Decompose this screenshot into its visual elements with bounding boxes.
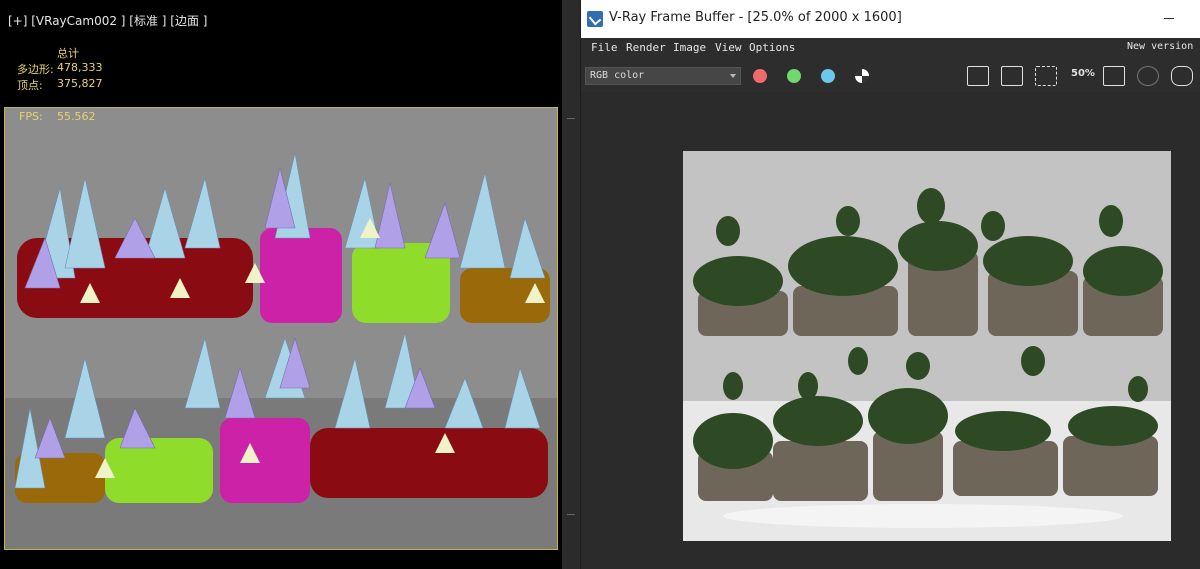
- menu-options[interactable]: Options: [749, 41, 795, 54]
- menu-render[interactable]: Render: [626, 41, 666, 54]
- stats-poly-value: 478,333: [57, 61, 103, 74]
- track-mouse-icon[interactable]: [1103, 66, 1125, 86]
- zoom-label[interactable]: 50%: [1071, 68, 1095, 79]
- mesh-magenta-top: [260, 228, 342, 323]
- clear-image-icon[interactable]: [1001, 66, 1023, 86]
- stats-vert-label: 顶点:: [17, 79, 43, 92]
- window-title: V-Ray Frame Buffer - [25.0% of 2000 x 16…: [609, 10, 902, 25]
- scene-geometry: [14, 152, 550, 503]
- viewport-scene[interactable]: FPS: 55.562: [4, 107, 558, 550]
- lens-effects-icon[interactable]: [1137, 66, 1159, 86]
- stats-vert-value: 375,827: [57, 77, 103, 90]
- minimize-icon[interactable]: [1164, 18, 1174, 19]
- viewport-label[interactable]: [+] [VRayCam002 ] [标准 ] [边面 ]: [8, 12, 207, 29]
- menu-image[interactable]: Image: [673, 41, 706, 54]
- chevron-down-icon: [730, 74, 736, 78]
- alpha-channel-button[interactable]: [855, 69, 869, 83]
- toolbar: RGB color 50%: [581, 60, 1200, 92]
- panel-divider[interactable]: [562, 0, 580, 569]
- menu-bar: File Render Image View Options New versi…: [581, 38, 1200, 60]
- vray-logo-icon: [587, 11, 603, 27]
- rendered-scene: [693, 188, 1163, 528]
- channel-select-value: RGB color: [590, 70, 645, 81]
- render-teapot-icon[interactable]: [1171, 66, 1193, 86]
- region-render-icon[interactable]: [1035, 66, 1057, 86]
- menu-view[interactable]: View: [715, 41, 742, 54]
- new-version-link[interactable]: New version: [1127, 41, 1193, 52]
- mesh-magenta-bottom: [220, 418, 310, 503]
- save-image-icon[interactable]: [967, 66, 989, 86]
- viewport-panel[interactable]: [+] [VRayCam002 ] [标准 ] [边面 ] 总计 多边形: 47…: [0, 0, 562, 569]
- green-channel-button[interactable]: [787, 69, 801, 83]
- stats-poly-label: 多边形:: [17, 63, 54, 76]
- vray-frame-buffer-window: V-Ray Frame Buffer - [25.0% of 2000 x 16…: [581, 0, 1200, 569]
- stats-total-label: 总计: [57, 47, 79, 60]
- render-canvas[interactable]: [581, 92, 1200, 569]
- blue-channel-button[interactable]: [821, 69, 835, 83]
- mesh-red-bottom: [310, 428, 548, 498]
- menu-file[interactable]: File: [591, 41, 618, 54]
- red-channel-button[interactable]: [753, 69, 767, 83]
- window-titlebar[interactable]: V-Ray Frame Buffer - [25.0% of 2000 x 16…: [581, 0, 1200, 38]
- channel-select[interactable]: RGB color: [585, 67, 741, 85]
- rendered-image: [683, 151, 1171, 541]
